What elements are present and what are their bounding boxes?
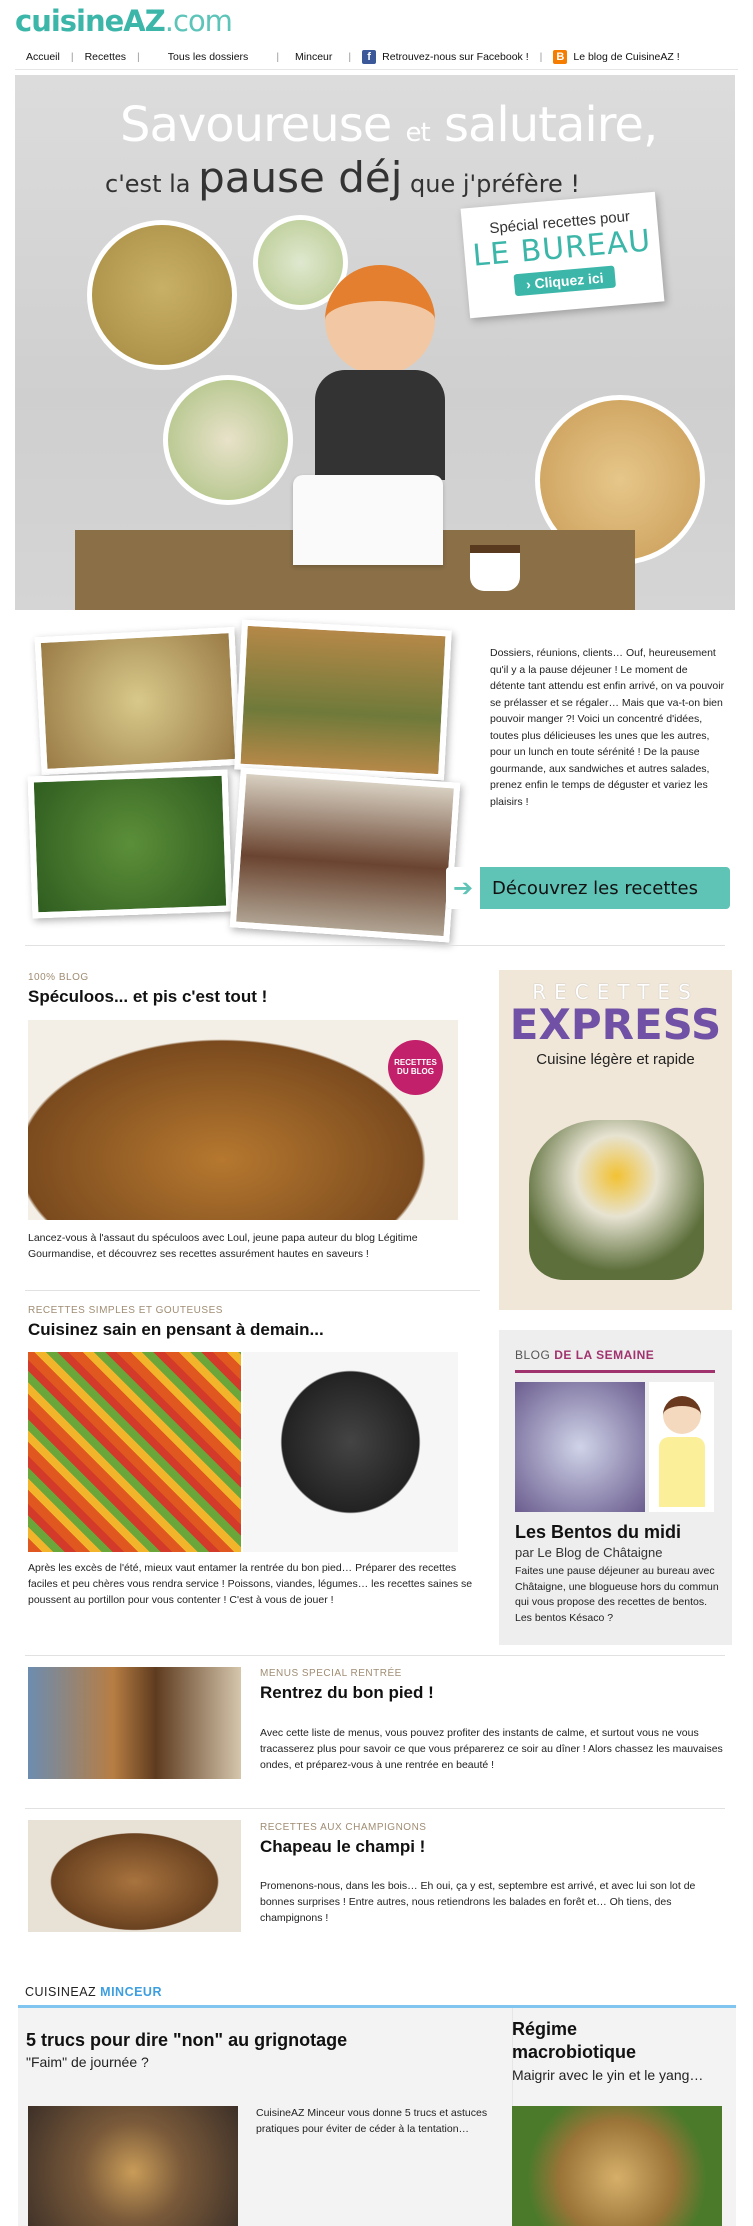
express-recipes-banner[interactable]: RECETTES EXPRESS Cuisine légère et rapid…	[499, 970, 732, 1310]
hero-word-pause-dej: pause déj	[198, 153, 403, 202]
nav-accueil[interactable]: Accueil	[15, 51, 71, 63]
macrobiotic-photo[interactable]	[512, 2106, 722, 2226]
minceur-head2: MINCEUR	[100, 1985, 162, 1999]
article1-title[interactable]: Spéculoos... et pis c'est tout !	[28, 987, 267, 1007]
hero-word-savoureuse: Savoureuse	[120, 97, 392, 153]
express-subtitle: Cuisine légère et rapide	[536, 1051, 695, 1068]
office-woman-body	[315, 370, 445, 480]
bento-photo	[515, 1382, 645, 1512]
blog-week-head2: DE LA SEMAINE	[554, 1348, 655, 1362]
hero-line-2: c'est la pause déj que j'préfère !	[105, 153, 580, 202]
speculoos-photo[interactable]: RECETTES DU BLOG	[28, 1020, 458, 1220]
discover-recipes-label: Découvrez les recettes	[492, 877, 698, 899]
cookware-photo[interactable]	[243, 1352, 458, 1552]
snacking-photo[interactable]	[28, 2106, 238, 2226]
arrow-right-icon: ➔	[446, 867, 480, 909]
computer-illustration	[293, 475, 443, 565]
blog-of-the-week[interactable]: BLOG DE LA SEMAINE Les Bentos du midi pa…	[499, 1330, 732, 1645]
hero-word-salutaire: salutaire,	[443, 97, 658, 153]
office-woman-illustration	[325, 265, 435, 375]
muffin-photo	[87, 220, 237, 370]
blog-week-text: Faites une pause déjeuner au bureau avec…	[515, 1565, 719, 1624]
article2-kicker: RECETTES SIMPLES ET GOUTEUSES	[28, 1305, 223, 1316]
minceur-heading: CUISINEAZ MINCEUR	[25, 1985, 162, 1999]
express-title: EXPRESS	[509, 1000, 722, 1049]
site-logo[interactable]: cuisineAZ.com	[15, 4, 233, 38]
intro-text: Dossiers, réunions, clients… Ouf, heureu…	[490, 647, 725, 808]
top-nav: Accueil | Recettes | Tous les dossiers |…	[15, 44, 738, 70]
hero-banner[interactable]: Savoureuse et salutaire, c'est la pause …	[15, 75, 735, 610]
minceur-right-title[interactable]: Régime macrobiotique	[512, 2018, 672, 2064]
quiche-photo[interactable]	[234, 619, 452, 781]
blog-recipes-badge: RECETTES DU BLOG	[388, 1040, 443, 1095]
divider	[25, 1290, 480, 1291]
hero-word-cest-la: c'est la	[105, 170, 191, 198]
facebook-icon: f	[362, 49, 377, 64]
minceur-left-title[interactable]: 5 trucs pour dire "non" au grignotage	[26, 2030, 347, 2051]
vegetables-photo[interactable]	[28, 1352, 241, 1552]
cake-photo[interactable]	[229, 767, 461, 943]
minceur-section: 5 trucs pour dire "non" au grignotage "F…	[18, 2008, 736, 2226]
chataigne-dress	[659, 1437, 705, 1507]
article4-text: Promenons-nous, dans les bois… Eh oui, ç…	[260, 1880, 696, 1924]
bureau-callout[interactable]: Spécial recettes pour LE BUREAU › Clique…	[460, 191, 665, 319]
article3-kicker: MENUS SPECIAL RENTRÉE	[260, 1668, 402, 1679]
nav-dossiers[interactable]: Tous les dossiers	[140, 51, 277, 63]
blog-week-heading: BLOG DE LA SEMAINE	[515, 1348, 654, 1362]
rentree-photo[interactable]	[28, 1667, 241, 1779]
blog-week-byline: par Le Blog de Châtaigne	[515, 1545, 663, 1560]
article2-text: Après les excès de l'été, mieux vaut ent…	[28, 1562, 473, 1606]
chataigne-face	[663, 1396, 701, 1434]
hero-line-1: Savoureuse et salutaire,	[120, 97, 658, 153]
article3-text: Avec cette liste de menus, vous pouvez p…	[260, 1727, 723, 1771]
discover-recipes-button[interactable]: ➔ Découvrez les recettes	[446, 867, 730, 909]
blogger-icon: B	[553, 49, 568, 64]
blog-week-bar	[515, 1370, 715, 1373]
article4-title[interactable]: Chapeau le champi !	[260, 1837, 425, 1857]
egg-cocotte-photo	[529, 1120, 704, 1280]
gratin-photo[interactable]	[34, 626, 242, 776]
chataigne-illustration	[649, 1382, 714, 1512]
article1-kicker: 100% BLOG	[28, 972, 89, 983]
article2-title[interactable]: Cuisinez sain en pensant à demain...	[28, 1320, 324, 1340]
hero-word-prefere: que j'préfère !	[410, 170, 581, 198]
logo-part-domain: .com	[164, 4, 233, 38]
divider	[25, 945, 725, 946]
coffee-cup-icon	[470, 545, 520, 591]
minceur-right-subtitle: Maigrir avec le yin et le yang…	[512, 2067, 704, 2083]
nav-blog[interactable]: B Le blog de CuisineAZ !	[542, 49, 690, 64]
nav-blog-label: Le blog de CuisineAZ !	[573, 50, 680, 63]
green-beans-photo[interactable]	[27, 769, 233, 919]
minceur-left-subtitle: "Faim" de journée ?	[26, 2054, 149, 2070]
logo-part-az: AZ	[123, 4, 165, 38]
mushroom-photo[interactable]	[28, 1820, 241, 1932]
divider	[25, 1808, 725, 1809]
nav-minceur[interactable]: Minceur	[279, 51, 348, 63]
article4-kicker: RECETTES AUX CHAMPIGNONS	[260, 1822, 427, 1833]
nav-facebook[interactable]: f Retrouvez-nous sur Facebook !	[351, 49, 540, 64]
minceur-left-text: CuisineAZ Minceur vous donne 5 trucs et …	[256, 2107, 488, 2135]
blog-week-title[interactable]: Les Bentos du midi	[515, 1522, 681, 1543]
nav-facebook-label: Retrouvez-nous sur Facebook !	[382, 50, 529, 63]
bureau-button[interactable]: › Cliquez ici	[513, 265, 617, 297]
blog-week-head1: BLOG	[515, 1348, 555, 1362]
article3-title[interactable]: Rentrez du bon pied !	[260, 1683, 434, 1703]
minceur-head1: CUISINEAZ	[25, 1985, 101, 1999]
sandwich-photo	[163, 375, 293, 505]
divider	[25, 1655, 725, 1656]
hero-word-et: et	[405, 118, 431, 148]
logo-part-cuisine: cuisine	[15, 4, 124, 38]
article1-text: Lancez-vous à l'assaut du spéculoos avec…	[28, 1232, 418, 1260]
nav-recettes[interactable]: Recettes	[74, 51, 137, 63]
